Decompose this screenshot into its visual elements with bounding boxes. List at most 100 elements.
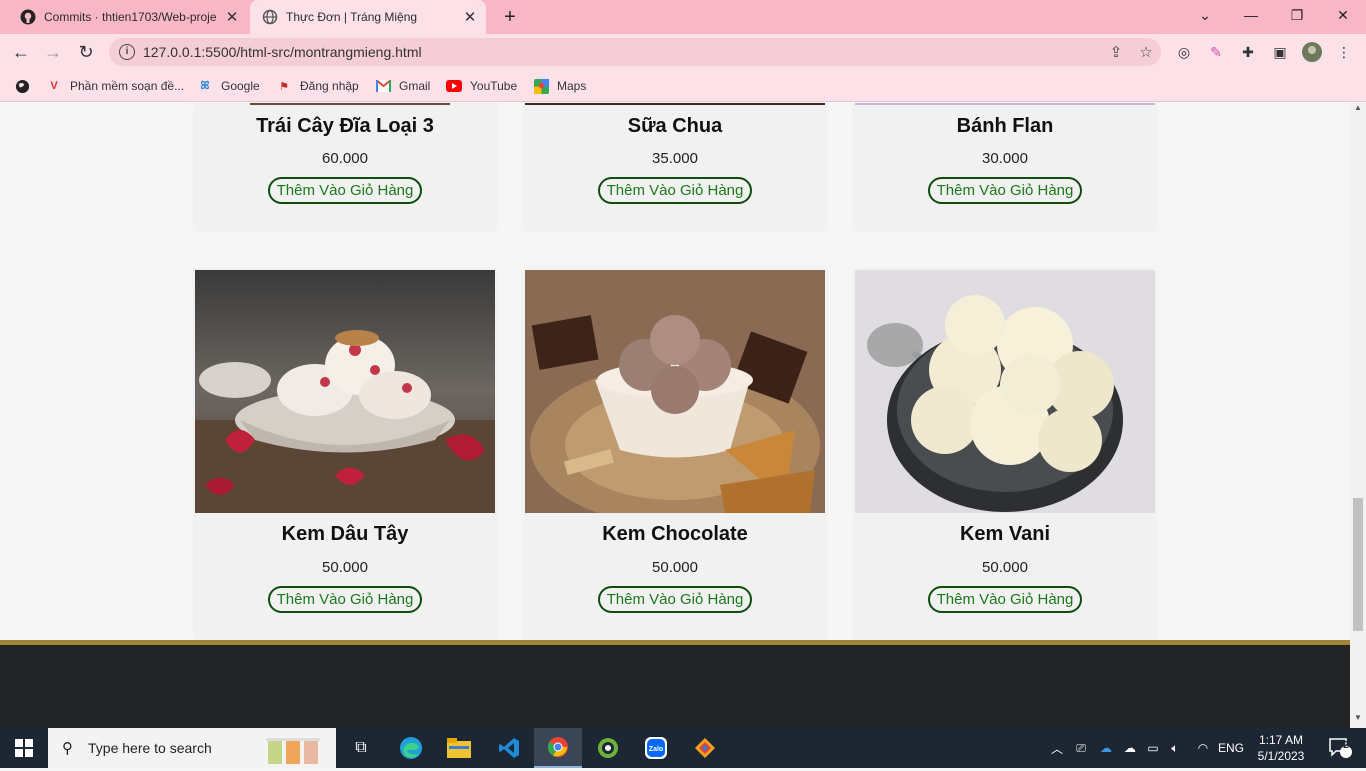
youtube-icon <box>446 78 462 94</box>
scroll-up-icon[interactable]: ▲ <box>1350 103 1366 117</box>
extensions-puzzle-icon[interactable]: ✚ <box>1238 42 1258 62</box>
product-price: 50.000 <box>322 559 368 576</box>
bookmark-label: Maps <box>557 79 587 93</box>
vertical-scrollbar[interactable]: ▲ ▼ <box>1350 103 1366 728</box>
clock-time: 1:17 AM <box>1258 733 1304 747</box>
github-icon <box>20 9 36 25</box>
product-image-edge <box>855 103 1155 105</box>
task-view-icon[interactable]: ⧉ <box>337 728 385 768</box>
bookmark-item[interactable]: ꕤ Google <box>197 76 260 96</box>
close-window-icon[interactable]: ✕ <box>1320 0 1366 30</box>
product-price: 35.000 <box>652 150 698 167</box>
bookmark-label: Gmail <box>399 79 431 93</box>
add-to-cart-button[interactable]: Thêm Vào Giỏ Hàng <box>267 177 423 204</box>
onedrive-icon[interactable]: ☁ <box>1096 728 1116 768</box>
show-hidden-icons[interactable]: ︿ <box>1048 728 1066 768</box>
product-card: Kem Vani 50.000 Thêm Vào Giỏ Hàng <box>855 270 1155 640</box>
menu-kebab-icon[interactable]: ⋮ <box>1334 42 1354 62</box>
product-card: Trái Cây Đĩa Loại 3 60.000 Thêm Vào Giỏ … <box>195 103 495 230</box>
bookmark-item[interactable]: Gmail <box>375 76 430 96</box>
battery-icon[interactable]: ▭ <box>1144 728 1162 768</box>
chocolate-ice-cream-image <box>525 270 825 513</box>
bookmark-globe[interactable] <box>14 76 38 96</box>
url-text[interactable]: 127.0.0.1:5500/html-src/montrangmieng.ht… <box>143 44 1101 60</box>
restore-icon[interactable]: ❐ <box>1274 0 1320 30</box>
system-clock[interactable]: 1:17 AM 5/1/2023 <box>1252 732 1310 764</box>
notification-count: 2 <box>1343 740 1349 751</box>
vscode-icon[interactable] <box>485 728 533 768</box>
bookmark-label: Đăng nhập <box>300 79 359 93</box>
add-to-cart-button[interactable]: Thêm Vào Giỏ Hàng <box>597 586 753 613</box>
file-explorer-icon[interactable] <box>435 728 483 768</box>
product-name: Kem Chocolate <box>602 523 748 545</box>
windows-taskbar: ⚲ Type here to search ⧉ Zalo ︿ ⎚ ☁ ☁ ▭ 🔈… <box>0 728 1366 768</box>
color-picker-extension-icon[interactable]: ✎ <box>1206 42 1226 62</box>
bookmark-label: Phần mềm soạn đề... <box>70 79 185 93</box>
bookmark-star-icon[interactable]: ☆ <box>1131 43 1161 61</box>
close-tab-icon[interactable]: ✕ <box>460 8 480 26</box>
coccoc-icon[interactable] <box>584 728 632 768</box>
wifi-icon[interactable]: ◠ <box>1194 728 1212 768</box>
product-card: Sữa Chua 35.000 Thêm Vào Giỏ Hàng <box>525 103 825 230</box>
scrollbar-thumb[interactable] <box>1353 498 1363 631</box>
close-tab-icon[interactable]: ✕ <box>222 8 242 26</box>
cloud-icon[interactable]: ☁ <box>1120 728 1140 768</box>
bookmark-item[interactable]: V Phần mềm soạn đề... <box>46 76 184 96</box>
add-to-cart-button[interactable]: Thêm Vào Giỏ Hàng <box>597 177 753 204</box>
git-client-icon[interactable] <box>681 728 729 768</box>
new-tab-button[interactable]: + <box>498 5 522 29</box>
strawberry-ice-cream-image <box>195 270 495 513</box>
compass-extension-icon[interactable]: ◎ <box>1174 42 1194 62</box>
tab-search-icon[interactable]: ⌄ <box>1182 0 1228 30</box>
bookmark-label: YouTube <box>470 79 518 93</box>
gmail-icon <box>375 78 391 94</box>
windows-start-icon[interactable] <box>0 728 48 768</box>
tab-commits[interactable]: Commits · thtien1703/Web-proje ✕ <box>8 0 248 34</box>
bookmark-item[interactable]: YouTube <box>446 76 517 96</box>
reload-icon[interactable]: ↻ <box>73 39 99 65</box>
meet-now-icon[interactable]: ⎚ <box>1072 728 1090 768</box>
forward-icon[interactable]: → <box>40 39 66 65</box>
address-bar[interactable]: i 127.0.0.1:5500/html-src/montrangmieng.… <box>109 38 1161 66</box>
edge-icon[interactable] <box>387 728 435 768</box>
tab-title: Commits · thtien1703/Web-proje <box>44 10 217 24</box>
product-name: Trái Cây Đĩa Loại 3 <box>256 115 434 137</box>
maps-icon <box>533 78 549 94</box>
share-icon[interactable]: ⇪ <box>1101 43 1131 61</box>
bookmark-item[interactable]: Maps <box>533 76 586 96</box>
tab-strip: Commits · thtien1703/Web-proje ✕ Thực Đơ… <box>0 0 1366 34</box>
chrome-icon[interactable] <box>534 728 582 768</box>
side-panel-icon[interactable]: ▣ <box>1270 42 1290 62</box>
taskbar-search[interactable]: ⚲ Type here to search <box>48 728 336 768</box>
bookmark-item[interactable]: ⚑ Đăng nhập <box>276 76 359 96</box>
add-to-cart-button[interactable]: Thêm Vào Giỏ Hàng <box>927 177 1083 204</box>
product-card: Bánh Flan 30.000 Thêm Vào Giỏ Hàng <box>855 103 1155 230</box>
scroll-down-icon[interactable]: ▼ <box>1350 713 1366 727</box>
login-icon: ⚑ <box>279 80 289 93</box>
product-name: Kem Dâu Tây <box>281 523 409 545</box>
bookmark-label: Google <box>221 79 260 93</box>
zalo-icon[interactable]: Zalo <box>632 728 680 768</box>
product-price: 50.000 <box>982 559 1028 576</box>
add-to-cart-button[interactable]: Thêm Vào Giỏ Hàng <box>267 586 423 613</box>
add-to-cart-button[interactable]: Thêm Vào Giỏ Hàng <box>927 586 1083 613</box>
page-viewport: Trái Cây Đĩa Loại 3 60.000 Thêm Vào Giỏ … <box>0 103 1350 728</box>
minimize-icon[interactable]: — <box>1228 0 1274 30</box>
svg-text:Zalo: Zalo <box>649 746 663 753</box>
tab-thuc-don[interactable]: Thực Đơn | Tráng Miệng ✕ <box>250 0 486 34</box>
volume-icon[interactable]: 🔈︎ <box>1166 728 1184 768</box>
bookmarks-bar: V Phần mềm soạn đề... ꕤ Google ⚑ Đăng nh… <box>0 70 1366 102</box>
v-logo-icon: V <box>50 80 58 92</box>
product-image-edge <box>525 103 825 105</box>
product-price: 30.000 <box>982 150 1028 167</box>
back-icon[interactable]: ← <box>8 39 34 65</box>
product-card: Kem Dâu Tây 50.000 Thêm Vào Giỏ Hàng <box>195 270 495 640</box>
site-info-icon[interactable]: i <box>119 44 135 60</box>
globe-icon <box>262 9 278 25</box>
search-placeholder: Type here to search <box>88 740 212 756</box>
notification-center-icon[interactable]: 2 <box>1320 728 1360 768</box>
product-name: Kem Vani <box>959 523 1051 545</box>
bubble-tea-icon <box>262 732 326 771</box>
language-indicator[interactable]: ENG <box>1216 728 1246 768</box>
profile-avatar[interactable] <box>1302 42 1322 62</box>
